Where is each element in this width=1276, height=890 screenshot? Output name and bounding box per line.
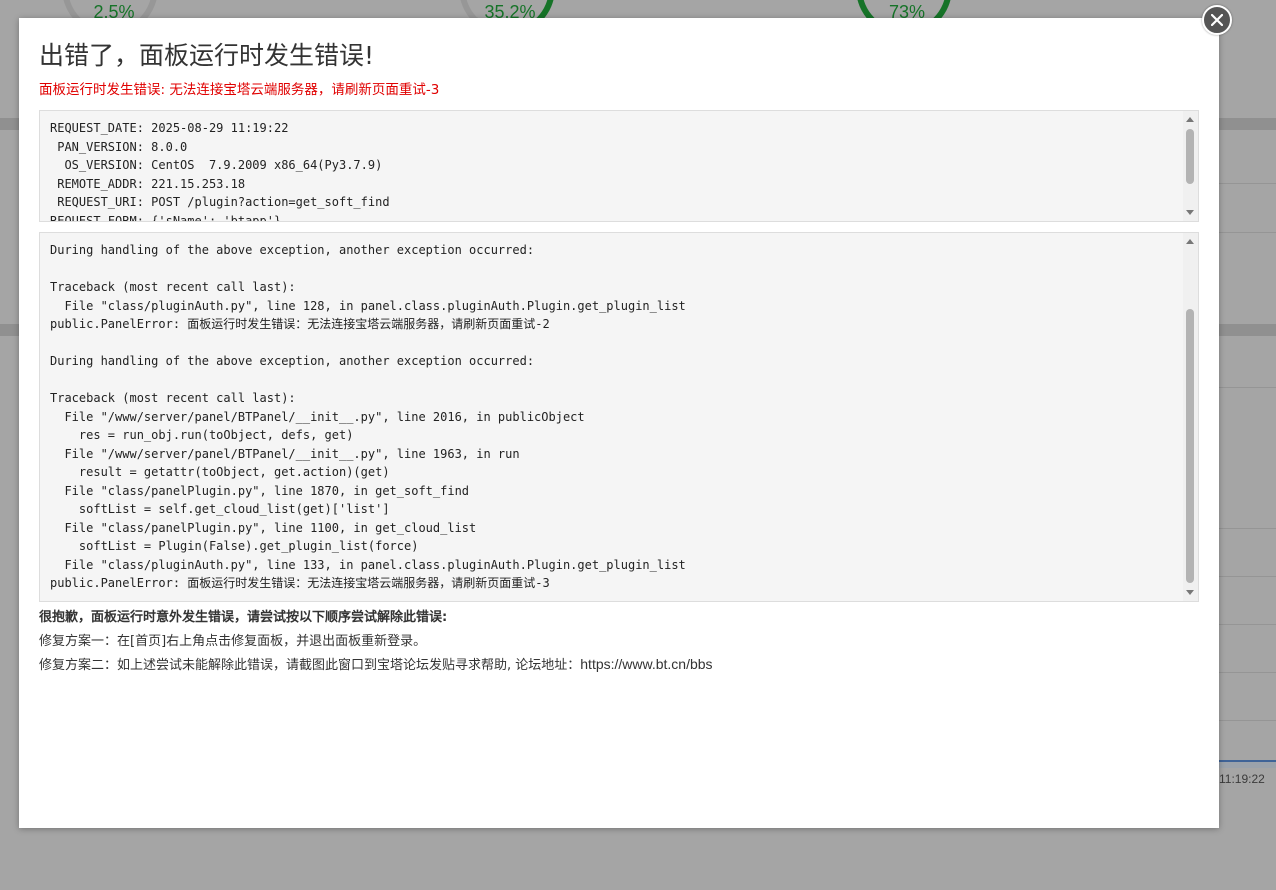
dialog-title: 出错了，面板运行时发生错误! [39,41,375,70]
close-button[interactable] [1202,5,1232,35]
request-info-box[interactable]: REQUEST_DATE: 2025-08-29 11:19:22 PAN_VE… [39,110,1199,222]
error-message: 面板运行时发生错误: 无法连接宝塔云端服务器，请刷新页面重试-3 [39,82,440,98]
forum-url: https://www.bt.cn/bbs [580,656,713,672]
fix-option-1: 修复方案一：在[首页]右上角点击修复面板，并退出面板重新登录。 [39,634,427,649]
error-dialog: 出错了，面板运行时发生错误! 面板运行时发生错误: 无法连接宝塔云端服务器，请刷… [19,18,1219,828]
close-icon [1211,14,1223,26]
scroll-up-icon[interactable] [1186,239,1194,244]
scroll-thumb[interactable] [1186,129,1194,184]
scroll-thumb[interactable] [1186,309,1194,583]
scroll-down-icon[interactable] [1186,590,1194,595]
fix-option-2-text: 修复方案二：如上述尝试未能解除此错误，请截图此窗口到宝塔论坛发贴寻求帮助, 论坛… [39,658,581,673]
traceback-box[interactable]: During handling of the above exception, … [39,232,1199,602]
scroll-up-icon[interactable] [1186,117,1194,122]
help-title: 很抱歉，面板运行时意外发生错误，请尝试按以下顺序尝试解除此错误: [39,610,448,625]
request-info-text: REQUEST_DATE: 2025-08-29 11:19:22 PAN_VE… [50,121,390,222]
traceback-text: During handling of the above exception, … [50,243,686,590]
traceback-scrollbar[interactable] [1183,233,1198,601]
scroll-down-icon[interactable] [1186,210,1194,215]
request-info-scrollbar[interactable] [1183,111,1198,221]
fix-option-2: 修复方案二：如上述尝试未能解除此错误，请截图此窗口到宝塔论坛发贴寻求帮助, 论坛… [39,654,713,673]
